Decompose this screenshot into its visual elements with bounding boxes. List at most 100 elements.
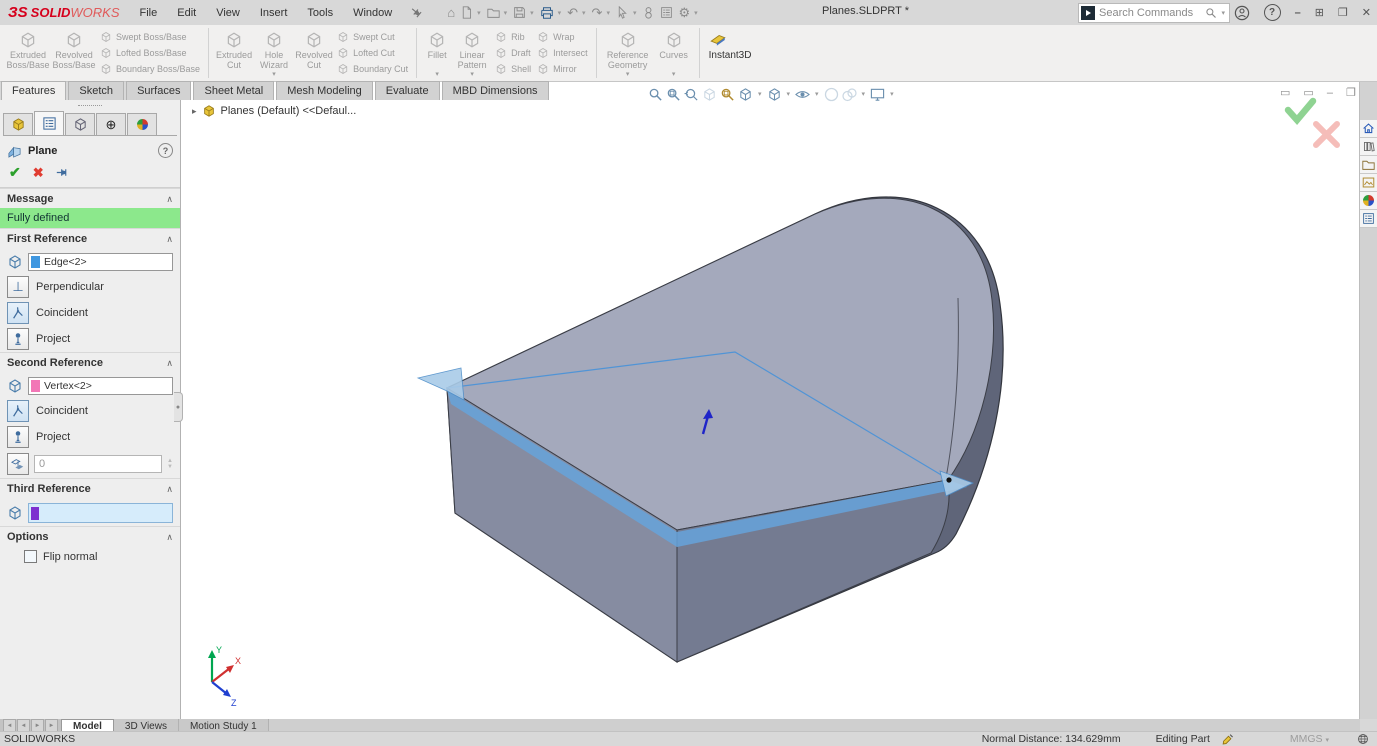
dropdown-icon[interactable]: ▾: [1221, 9, 1225, 17]
search-commands-box[interactable]: Search Commands ▾: [1078, 3, 1230, 23]
view-orientation-icon[interactable]: [738, 87, 753, 102]
status-globe-icon[interactable]: [1357, 733, 1369, 745]
mirror-button[interactable]: Mirror: [537, 62, 588, 77]
featuremanager-tab[interactable]: [3, 113, 33, 135]
dropdown-icon[interactable]: ▾: [504, 9, 508, 17]
menu-view[interactable]: View: [206, 3, 250, 23]
open-icon[interactable]: [485, 5, 502, 20]
display-style-icon[interactable]: [767, 87, 782, 102]
first-reference-header[interactable]: First Reference ∧: [0, 228, 180, 248]
coincident-option-2[interactable]: Coincident: [0, 398, 180, 424]
hide-show-items-icon[interactable]: [795, 87, 810, 102]
help-icon[interactable]: ?: [1264, 4, 1281, 21]
dimxpert-tab[interactable]: ⊕: [96, 113, 126, 135]
third-reference-field[interactable]: [28, 503, 173, 523]
collapse-icon[interactable]: ∧: [166, 358, 173, 369]
extruded-boss-button[interactable]: Extruded Boss/Base: [5, 27, 51, 79]
zoom-fit-icon[interactable]: [648, 87, 663, 102]
view-settings-icon[interactable]: [870, 87, 885, 102]
swept-cut-button[interactable]: Swept Cut: [337, 30, 408, 45]
cancel-button[interactable]: ✖: [33, 165, 44, 181]
dropdown-icon[interactable]: ▾: [890, 90, 894, 98]
collapse-icon[interactable]: ∧: [166, 532, 173, 543]
dropdown-icon[interactable]: ▾: [606, 9, 610, 17]
propertymanager-tab[interactable]: [34, 111, 64, 135]
tab-features[interactable]: Features: [1, 81, 66, 100]
user-icon[interactable]: [1234, 5, 1250, 21]
minimize-icon[interactable]: –: [1295, 7, 1301, 19]
dropdown-icon[interactable]: ▾: [862, 90, 866, 98]
dropdown-icon[interactable]: ▾: [530, 9, 534, 17]
doc-minimize-icon[interactable]: –: [1327, 87, 1333, 99]
view-palette-icon[interactable]: [1360, 174, 1377, 192]
tree-root-label[interactable]: Planes (Default) <<Defaul...: [221, 105, 357, 117]
tab-surfaces[interactable]: Surfaces: [126, 81, 191, 100]
menu-edit[interactable]: Edit: [167, 3, 206, 23]
dropdown-icon[interactable]: ▾: [815, 90, 819, 98]
redo-icon[interactable]: ↷: [590, 5, 605, 20]
coincident-option[interactable]: Coincident: [0, 300, 180, 326]
project-option-2[interactable]: Project: [0, 424, 180, 450]
hole-wizard-button[interactable]: Hole Wizard ▾: [254, 27, 294, 79]
second-reference-field[interactable]: Vertex<2>: [28, 377, 173, 395]
perpendicular-option[interactable]: ⊥ Perpendicular: [0, 274, 180, 300]
tab-mesh-modeling[interactable]: Mesh Modeling: [276, 81, 373, 100]
offset-spinner[interactable]: ▲ ▼: [167, 458, 173, 470]
doc-restore-icon[interactable]: ❐: [1346, 86, 1356, 99]
rib-button[interactable]: Rib: [495, 30, 531, 45]
pm-help-icon[interactable]: ?: [158, 143, 173, 158]
flip-normal-option[interactable]: Flip normal: [0, 546, 180, 569]
second-reference-header[interactable]: Second Reference ∧: [0, 352, 180, 372]
tab-mbd-dimensions[interactable]: MBD Dimensions: [442, 81, 549, 100]
section-view-icon[interactable]: [702, 87, 717, 102]
custom-properties-icon[interactable]: [1360, 210, 1377, 228]
search-icon[interactable]: [1205, 7, 1217, 19]
attach-icon[interactable]: [640, 5, 657, 20]
dropdown-icon[interactable]: ▾: [470, 71, 474, 79]
close-icon[interactable]: ✕: [1362, 6, 1371, 19]
maximize-icon[interactable]: ⊞: [1315, 6, 1324, 19]
settings-icon[interactable]: ⚙: [676, 5, 692, 20]
project-option[interactable]: Project: [0, 326, 180, 352]
menu-window[interactable]: Window: [343, 3, 402, 23]
pane-right-icon[interactable]: ▭: [1303, 86, 1313, 99]
print-icon[interactable]: [538, 5, 556, 21]
revolved-cut-button[interactable]: Revolved Cut: [294, 27, 334, 79]
dropdown-icon[interactable]: ▾: [694, 9, 698, 17]
linear-pattern-button[interactable]: Linear Pattern ▾: [452, 27, 492, 79]
pane-left-icon[interactable]: ▭: [1280, 86, 1290, 99]
design-library-icon[interactable]: [1360, 138, 1377, 156]
tab-sketch[interactable]: Sketch: [68, 81, 124, 100]
tab-sheet-metal[interactable]: Sheet Metal: [193, 81, 274, 100]
menu-file[interactable]: File: [130, 3, 168, 23]
feature-tree-flyout[interactable]: ▸ Planes (Default) <<Defaul...: [192, 104, 356, 118]
scene-icon[interactable]: [842, 87, 857, 102]
collapse-icon[interactable]: ∧: [166, 484, 173, 495]
graphics-area[interactable]: Y X Z ▸ Planes (Default) <<Defaul... ▾ ▾…: [180, 82, 1360, 719]
offset-distance-field[interactable]: 0: [34, 455, 162, 473]
spin-down-icon[interactable]: ▼: [167, 464, 173, 470]
extruded-cut-button[interactable]: Extruded Cut: [214, 27, 254, 79]
dropdown-icon[interactable]: ▾: [787, 90, 791, 98]
dropdown-icon[interactable]: ▾: [626, 71, 630, 79]
panel-collapse-handle[interactable]: ●: [174, 392, 183, 422]
displaymanager-tab[interactable]: [127, 113, 157, 135]
dropdown-icon[interactable]: ▾: [672, 71, 676, 79]
properties-icon[interactable]: [658, 5, 675, 20]
tab-evaluate[interactable]: Evaluate: [375, 81, 440, 100]
dropdown-icon[interactable]: ▾: [758, 90, 762, 98]
ok-button[interactable]: ✔: [9, 164, 21, 181]
swept-boss-button[interactable]: Swept Boss/Base: [100, 30, 200, 45]
curves-button[interactable]: Curves ▾: [654, 27, 694, 79]
configurationmanager-tab[interactable]: [65, 113, 95, 135]
apply-scene-icon[interactable]: [720, 87, 735, 102]
shell-button[interactable]: Shell: [495, 62, 531, 77]
message-section-header[interactable]: Message ∧: [0, 188, 180, 208]
dropdown-icon[interactable]: ▾: [633, 9, 637, 17]
boundary-boss-button[interactable]: Boundary Boss/Base: [100, 62, 200, 77]
wrap-button[interactable]: Wrap: [537, 30, 588, 45]
appearances-icon[interactable]: [1360, 192, 1377, 210]
dropdown-icon[interactable]: ▾: [558, 9, 562, 17]
save-icon[interactable]: [511, 5, 528, 20]
pin-menubar-icon[interactable]: [410, 6, 423, 19]
